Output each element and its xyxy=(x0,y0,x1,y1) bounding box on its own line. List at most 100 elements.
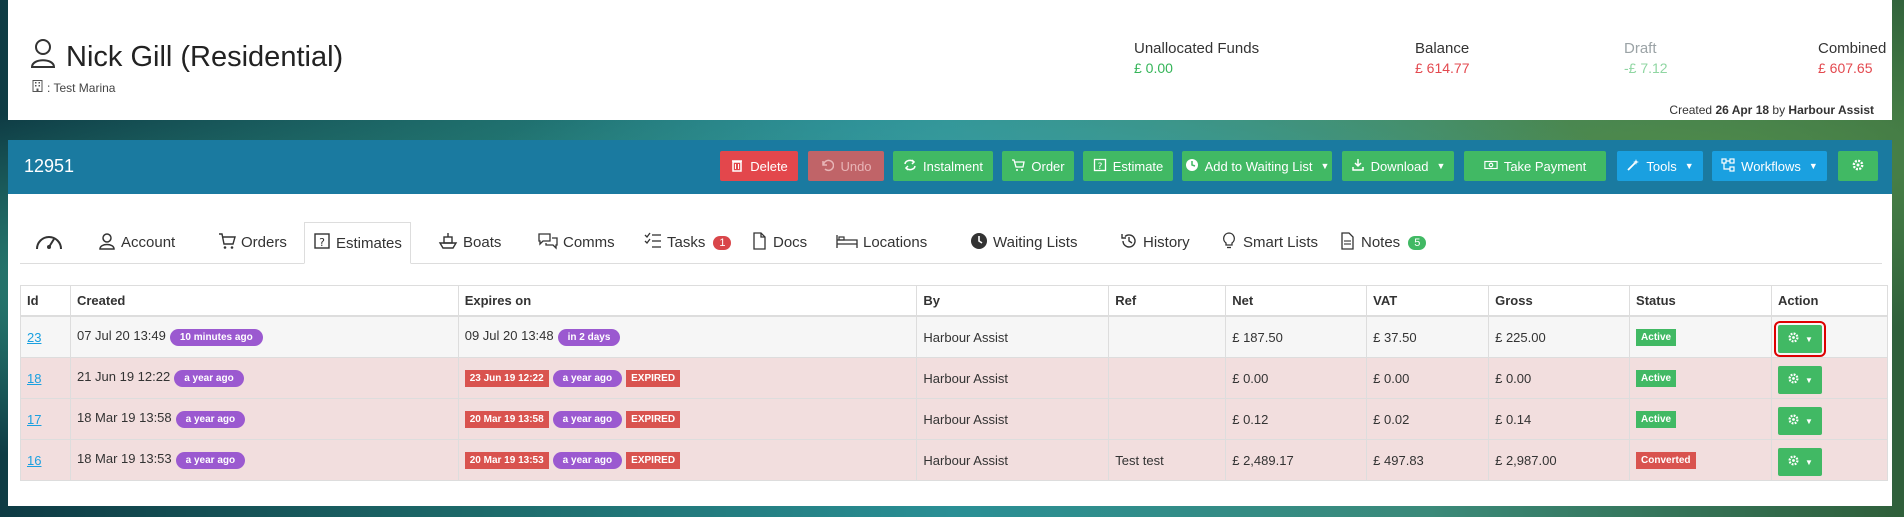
tab-locations[interactable]: Locations xyxy=(828,222,935,263)
tools-button[interactable]: Tools ▼ xyxy=(1617,151,1703,181)
estimate-id-link[interactable]: 17 xyxy=(27,412,41,427)
question-square-icon: ? xyxy=(313,232,331,254)
expires-relative-badge: a year ago xyxy=(552,369,623,387)
created-date: 18 Mar 19 13:53 xyxy=(76,451,172,467)
by-cell: Harbour Assist xyxy=(916,357,1110,399)
order-button[interactable]: Order xyxy=(1002,151,1074,181)
tab-history[interactable]: History xyxy=(1112,222,1198,263)
settings-button[interactable] xyxy=(1838,151,1878,181)
gross-cell: £ 225.00 xyxy=(1488,315,1631,358)
expired-badge: EXPIRED xyxy=(626,451,681,469)
estimate-button[interactable]: ? Estimate xyxy=(1083,151,1173,181)
ref-cell xyxy=(1108,357,1227,399)
customer-title: Nick Gill (Residential) xyxy=(30,38,343,76)
col-header-net[interactable]: Net xyxy=(1225,285,1368,317)
col-header-gross[interactable]: Gross xyxy=(1488,285,1631,317)
created-date: 07 Jul 20 13:49 xyxy=(76,328,166,344)
col-header-vat[interactable]: VAT xyxy=(1366,285,1490,317)
created-date: 26 Apr 18 xyxy=(1715,103,1770,117)
col-header-id[interactable]: Id xyxy=(20,285,71,317)
expires-cell: 09 Jul 20 13:48 in 2 days xyxy=(457,315,918,358)
chevron-down-icon: ▼ xyxy=(1805,334,1813,344)
created-by-word: by xyxy=(1772,103,1786,117)
trash-icon xyxy=(730,158,744,175)
chevron-down-icon: ▼ xyxy=(1805,457,1813,467)
tab-comms[interactable]: Comms xyxy=(530,222,623,263)
tab-tasks[interactable]: Tasks 1 xyxy=(636,222,739,263)
unallocated-funds: Unallocated Funds £ 0.00 xyxy=(1134,40,1259,76)
tab-estimates-label: Estimates xyxy=(336,234,402,252)
workflows-button[interactable]: Workflows ▼ xyxy=(1712,151,1827,181)
undo-button[interactable]: Undo xyxy=(808,151,884,181)
table-row: 16 18 Mar 19 13:53 a year ago 20 Mar 19 1… xyxy=(20,439,1889,481)
row-action-button[interactable]: ▼ xyxy=(1777,366,1822,394)
status-badge: Converted xyxy=(1636,452,1696,469)
repeat-icon xyxy=(903,158,917,175)
tab-smart-lists[interactable]: Smart Lists xyxy=(1212,222,1326,263)
download-button[interactable]: Download ▼ xyxy=(1342,151,1454,181)
delete-button[interactable]: Delete xyxy=(720,151,798,181)
take-payment-label: Take Payment xyxy=(1503,158,1587,174)
instalment-label: Instalment xyxy=(923,158,983,174)
add-to-waiting-list-button[interactable]: Add to Waiting List ▼ xyxy=(1182,151,1332,181)
sitemap-icon xyxy=(1721,157,1735,175)
vat-cell: £ 0.00 xyxy=(1366,357,1490,399)
tab-notes[interactable]: Notes 5 xyxy=(1330,222,1434,263)
svg-text:?: ? xyxy=(319,236,325,249)
history-icon xyxy=(1120,232,1138,254)
customer-name: Nick Gill (Residential) xyxy=(66,40,344,73)
table-header-row: Id Created Expires on By Ref Net VAT Gro… xyxy=(20,285,1889,317)
tab-smart-lists-label: Smart Lists xyxy=(1243,234,1319,251)
chevron-down-icon: ▼ xyxy=(1436,161,1446,171)
draft: Draft -£ 7.12 xyxy=(1624,40,1668,76)
gear-icon xyxy=(1851,158,1865,175)
row-action-button[interactable]: ▼ xyxy=(1777,407,1822,435)
tab-orders[interactable]: Orders xyxy=(210,222,295,263)
tab-waiting-lists[interactable]: Waiting Lists xyxy=(962,222,1085,263)
col-header-expires[interactable]: Expires on xyxy=(457,285,918,317)
col-header-by[interactable]: By xyxy=(916,285,1110,317)
chevron-down-icon: ▼ xyxy=(1805,375,1813,385)
created-date: 18 Mar 19 13:58 xyxy=(76,410,172,426)
expires-relative-badge: a year ago xyxy=(552,410,623,428)
col-header-status[interactable]: Status xyxy=(1629,285,1772,317)
status-cell: Active xyxy=(1629,315,1772,358)
clock-icon xyxy=(970,232,988,254)
take-payment-button[interactable]: Take Payment xyxy=(1464,151,1606,181)
delete-label: Delete xyxy=(750,158,788,174)
tab-boats-label: Boats xyxy=(463,234,502,251)
col-header-created[interactable]: Created xyxy=(69,285,459,317)
status-cell: Converted xyxy=(1629,439,1772,481)
vat-cell: £ 497.83 xyxy=(1366,439,1490,481)
estimate-id-link[interactable]: 16 xyxy=(27,453,41,468)
by-cell: Harbour Assist xyxy=(916,315,1110,358)
download-icon xyxy=(1351,158,1365,175)
status-badge: Active xyxy=(1636,411,1677,428)
tab-account[interactable]: Account xyxy=(90,222,183,263)
action-cell: ▼ xyxy=(1770,315,1889,358)
tab-boats[interactable]: Boats xyxy=(430,222,509,263)
chevron-down-icon: ▼ xyxy=(1320,161,1330,171)
action-cell: ▼ xyxy=(1770,357,1889,399)
estimate-id-link[interactable]: 18 xyxy=(27,371,41,386)
question-square-icon: ? xyxy=(1093,158,1107,175)
tasks-count-badge: 1 xyxy=(713,235,732,250)
tab-estimates[interactable]: ? Estimates xyxy=(304,222,411,264)
estimate-id-link[interactable]: 23 xyxy=(27,330,41,345)
created-info: Created 26 Apr 18 by Harbour Assist xyxy=(1669,103,1874,117)
chevron-down-icon: ▼ xyxy=(1684,161,1694,171)
gross-cell: £ 0.14 xyxy=(1488,398,1631,440)
customer-header: Nick Gill (Residential) : Test Marina Un… xyxy=(8,0,1892,120)
gross-cell: £ 2,987.00 xyxy=(1488,439,1631,481)
gross-cell: £ 0.00 xyxy=(1488,357,1631,399)
tab-dashboard[interactable] xyxy=(20,222,78,263)
tab-docs[interactable]: Docs xyxy=(742,222,815,263)
row-action-button[interactable]: ▼ xyxy=(1773,321,1826,357)
user-icon xyxy=(30,38,56,76)
row-action-button[interactable]: ▼ xyxy=(1777,448,1822,476)
created-cell: 18 Mar 19 13:58 a year ago xyxy=(69,398,459,440)
chevron-down-icon: ▼ xyxy=(1805,416,1813,426)
status-badge: Active xyxy=(1636,329,1677,346)
col-header-ref[interactable]: Ref xyxy=(1108,285,1227,317)
instalment-button[interactable]: Instalment xyxy=(893,151,993,181)
